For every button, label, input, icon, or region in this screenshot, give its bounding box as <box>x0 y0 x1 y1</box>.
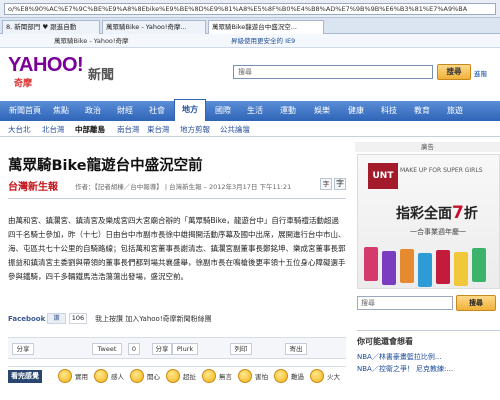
facebook-label: Facebook <box>8 315 46 323</box>
article-byline: 作者：【記者胡棟／台中報導】 | 台灣新生報 – 2012年3月17日 下午11… <box>75 183 292 191</box>
favorite-link[interactable]: 萬眾騎Bike - Yahoo!奇摩 <box>54 36 129 46</box>
mood-label[interactable]: 開心 <box>147 371 160 381</box>
search-button[interactable]: 搜尋 <box>437 64 471 80</box>
share-button[interactable]: 分享 <box>12 343 34 355</box>
ad-tagline: MAKE UP FOR SUPER GIRLS <box>400 167 483 174</box>
facebook-fan-text[interactable]: 我上按讚 加入Yahoo!奇摩新聞粉絲團 <box>95 313 212 325</box>
subnav-link[interactable]: 北台灣 <box>42 124 65 135</box>
mood-title: 看完感覺 <box>8 370 42 383</box>
mood-label[interactable]: 超扯 <box>183 371 196 381</box>
tab-bar: 8. 新聞部門 ♥ 跟進自動 萬眾騎Bike - Yahoo!奇摩... 萬眾騎… <box>0 18 500 34</box>
ad-brand-logo: UNT <box>368 163 398 189</box>
browser-tab-active[interactable]: 萬眾騎Bike龍遊台中盛況空... <box>208 20 324 34</box>
mood-face-icon[interactable] <box>274 369 288 383</box>
nav-tab[interactable]: 財經 <box>110 101 140 121</box>
section-title[interactable]: 新聞 <box>88 64 114 83</box>
share-button[interactable]: 0 <box>128 343 140 355</box>
nail-polish-image <box>418 253 432 287</box>
nav-tab[interactable]: 科技 <box>374 101 404 121</box>
divider <box>0 136 500 137</box>
divider <box>8 198 346 199</box>
related-link[interactable]: NBA／林書豪畫籃拉比例... <box>357 352 442 362</box>
url-field[interactable]: o/%E8%90%AC%E7%9C%BE%E9%A8%8Ebike%E9%BE%… <box>4 3 496 15</box>
mood-face-icon[interactable] <box>94 369 108 383</box>
mood-face-icon[interactable] <box>310 369 324 383</box>
nail-polish-image <box>364 247 378 281</box>
mood-face-icon[interactable] <box>130 369 144 383</box>
mood-face-icon[interactable] <box>166 369 180 383</box>
nail-polish-image <box>436 250 450 284</box>
like-count: 106 <box>69 313 87 324</box>
nav-tab[interactable]: 地方 <box>174 99 206 121</box>
sidebar-search-button[interactable]: 搜尋 <box>456 295 496 311</box>
nail-polish-image <box>400 249 414 283</box>
subnav-link[interactable]: 東台灣 <box>147 124 170 135</box>
mood-label[interactable]: 難過 <box>291 371 304 381</box>
nav-tab[interactable]: 國際 <box>208 101 238 121</box>
subnav-link[interactable]: 地方剪報 <box>180 124 210 135</box>
advanced-search-link[interactable]: 進階 <box>474 68 487 78</box>
mood-label[interactable]: 害怕 <box>255 371 268 381</box>
share-button[interactable]: Tweet <box>92 343 122 355</box>
mood-label[interactable]: 火大 <box>327 371 340 381</box>
mood-face-icon[interactable] <box>238 369 252 383</box>
ad-subtitle: 一合事業週年慶一 <box>410 228 466 236</box>
subnav-link[interactable]: 公共論壇 <box>220 124 250 135</box>
font-larger-button[interactable]: 字 <box>334 178 346 190</box>
yahoo-logo[interactable]: YAHOO! <box>8 54 84 77</box>
nail-polish-image <box>454 252 468 286</box>
subnav-link[interactable]: 南台灣 <box>117 124 140 135</box>
nav-tab[interactable]: 運動 <box>272 101 304 121</box>
ad-headline: 指彩全面7折 <box>396 203 478 223</box>
mood-face-icon[interactable] <box>202 369 216 383</box>
nav-tab[interactable]: 生活 <box>240 101 270 121</box>
nav-tab[interactable]: 社會 <box>142 101 172 121</box>
mood-label[interactable]: 實用 <box>75 371 88 381</box>
browser-tab[interactable]: 8. 新聞部門 ♥ 跟進自動 <box>2 20 100 34</box>
yahoo-logo-sub: 奇摩 <box>14 79 33 89</box>
nav-tab[interactable]: 健康 <box>340 101 372 121</box>
related-title: 你可能還會想看 <box>357 337 413 346</box>
nav-tab[interactable]: 娛樂 <box>306 101 338 121</box>
facebook-like-button[interactable]: 讚 <box>47 313 66 324</box>
source-logo: 台灣新生報 <box>8 182 58 193</box>
address-bar: o/%E8%90%AC%E7%9C%BE%E9%A8%8Ebike%E9%BE%… <box>0 0 500 18</box>
article-headline: 萬眾騎Bike龍遊台中盛況空前 <box>8 158 203 174</box>
browser-tab[interactable]: 萬眾騎Bike - Yahoo!奇摩... <box>102 20 206 34</box>
nav-tab[interactable]: 教育 <box>406 101 438 121</box>
article-body: 由萬和宮、鎮瀾宮、鎮清宮及樂成宮四大宮廟合辦的「萬眾騎Bike，龍遊台中」自行車… <box>8 216 346 281</box>
mood-label[interactable]: 無言 <box>219 371 232 381</box>
share-button[interactable]: 寄出 <box>285 343 307 355</box>
search-input[interactable]: 搜尋 <box>233 65 433 79</box>
favorite-link[interactable]: 昇級使用更安全的 IE9 <box>231 36 295 46</box>
mood-label[interactable]: 感人 <box>111 371 124 381</box>
share-button[interactable]: 列印 <box>230 343 252 355</box>
nav-tab[interactable]: 旅遊 <box>440 101 470 121</box>
mood-face-icon[interactable] <box>58 369 72 383</box>
favorites-bar: 萬眾騎Bike - Yahoo!奇摩 昇級使用更安全的 IE9 <box>0 34 500 48</box>
ad-banner[interactable]: UNT MAKE UP FOR SUPER GIRLS 指彩全面7折 一合事業週… <box>357 154 500 289</box>
divider <box>357 330 500 331</box>
sidebar-search-input[interactable]: 搜尋 <box>357 296 453 310</box>
nav-tab[interactable]: 政治 <box>78 101 108 121</box>
subnav-link[interactable]: 大台北 <box>8 124 31 135</box>
nail-polish-image <box>382 251 396 285</box>
share-button[interactable]: Plurk <box>172 343 198 355</box>
subnav-link[interactable]: 中部離島 <box>75 124 105 135</box>
nail-polish-image <box>472 248 486 282</box>
font-smaller-button[interactable]: 字 <box>320 178 332 190</box>
nav-tab[interactable]: 焦點 <box>46 101 76 121</box>
ad-label: 廣告 <box>355 142 500 152</box>
related-link[interactable]: NBA／控衛之爭！ 尼克教練:... <box>357 364 453 374</box>
share-button[interactable]: 分享 <box>152 343 172 355</box>
nav-tab[interactable]: 新聞首頁 <box>6 101 44 121</box>
